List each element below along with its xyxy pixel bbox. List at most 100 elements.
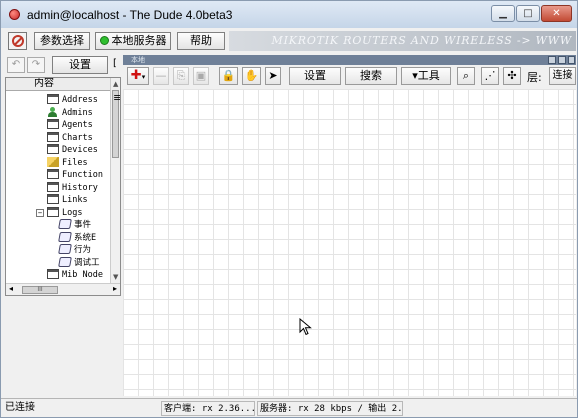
layer-label: 层: <box>527 71 542 84</box>
local-server-button[interactable]: 本地服务器 <box>95 32 171 50</box>
tree-item-label: Devices <box>62 145 98 155</box>
preferences-button[interactable]: 参数选择 <box>34 32 90 50</box>
mikrotik-banner[interactable]: MIKROTIK ROUTERS AND WIRELESS -> WWW <box>229 31 576 51</box>
tree-item[interactable]: Mib Node <box>47 269 103 281</box>
tree-item[interactable]: Files <box>47 156 88 169</box>
tree-item-label: 行为 <box>74 245 92 255</box>
tree-vertical-scrollbar[interactable]: ▲ ≡ ▼ <box>110 78 120 283</box>
tree-item-label: Charts <box>62 132 93 143</box>
list-icon <box>47 131 59 142</box>
tree-item-label: Function <box>62 170 103 180</box>
map-tab-local[interactable]: 本地 <box>131 55 145 65</box>
map-restore-icon[interactable] <box>548 56 556 64</box>
map-panel: 本地 ✚▾ — ⎘ ▣ 🔒 ✋ ➤ 设置 搜索 ▾工具 ⌕ ⋰ ✣ 层: 连接 <box>123 55 576 396</box>
tree-item-label: Mib Node <box>62 270 103 280</box>
log-icon <box>58 231 72 242</box>
tree-item[interactable]: 事件 <box>58 219 91 231</box>
status-bar: 已连接 客户端: rx 2.36... 服务器: rx 28 kbps / 输出… <box>1 398 577 417</box>
status-dot-icon <box>99 36 109 45</box>
tree-item[interactable]: 系统E <box>58 231 97 244</box>
map-settings-button[interactable]: 设置 <box>289 67 341 85</box>
app-window: admin@localhost - The Dude 4.0beta3 ▁ □ … <box>0 0 578 418</box>
map-toolbar: ✚▾ — ⎘ ▣ 🔒 ✋ ➤ 设置 搜索 ▾工具 ⌕ ⋰ ✣ 层: 连接 <box>123 65 576 87</box>
tree-item-label: Admins <box>62 107 93 118</box>
list-icon <box>47 119 59 129</box>
remove-button[interactable]: — <box>153 67 169 85</box>
scroll-right-icon[interactable]: ▸ <box>113 284 117 294</box>
tree-item-label: Address <box>62 95 98 105</box>
tree-item-label: Logs <box>62 207 83 218</box>
find-binoculars-button[interactable]: ⌕ <box>457 67 475 85</box>
tree-item[interactable]: Links <box>47 194 88 206</box>
scroll-thumb[interactable]: ≡ <box>112 90 120 158</box>
title-bar[interactable]: admin@localhost - The Dude 4.0beta3 ▁ □ … <box>1 1 577 28</box>
hscroll-thumb[interactable]: III <box>22 286 58 294</box>
tree-item[interactable]: Charts <box>47 131 93 144</box>
list-icon <box>47 206 59 217</box>
admin-icon <box>47 106 59 117</box>
tree-horizontal-scrollbar[interactable]: ◂ III ▸ <box>6 283 120 295</box>
select-pointer-button[interactable]: ➤ <box>265 67 281 85</box>
server-traffic: 服务器: rx 28 kbps / 输出 2.87 kbps <box>257 401 403 416</box>
scroll-up-icon[interactable]: ▲ <box>113 80 118 88</box>
minimize-button[interactable]: ▁ <box>491 5 515 22</box>
map-tools-button[interactable]: ▾工具 <box>401 67 451 85</box>
tree-item-label: Agents <box>62 120 93 130</box>
local-server-label: 本地服务器 <box>111 34 167 47</box>
banner-text: MIKROTIK ROUTERS AND WIRELESS -> WWW <box>271 34 572 47</box>
disconnect-button[interactable] <box>8 32 27 50</box>
close-button[interactable]: ✕ <box>541 5 572 22</box>
lock-button[interactable]: 🔒 <box>219 67 238 85</box>
tree-item[interactable]: Function <box>47 169 103 181</box>
list-icon <box>47 144 59 154</box>
add-item-button[interactable]: ✚▾ <box>127 67 149 85</box>
tree-item[interactable]: − Logs <box>36 206 83 219</box>
menu-bar: 参数选择 本地服务器 帮助 MIKROTIK ROUTERS AND WIREL… <box>1 29 577 53</box>
layer-select[interactable]: 连接 <box>549 67 576 85</box>
map-close-icon[interactable] <box>568 56 575 64</box>
map-tile-icon[interactable] <box>558 56 566 64</box>
tree-item[interactable]: Agents <box>47 119 93 131</box>
tree-item[interactable]: Admins <box>47 106 93 119</box>
log-icon <box>58 219 72 229</box>
tree-item[interactable]: Devices <box>47 144 98 156</box>
tree-item[interactable]: History <box>47 181 98 194</box>
log-icon <box>58 256 72 267</box>
maximize-button[interactable]: □ <box>516 5 540 22</box>
tree-item-label: 系统E <box>74 232 97 243</box>
list-icon <box>47 94 59 104</box>
undo-button[interactable]: ↶ <box>7 57 25 73</box>
contents-toolbar: ↶ ↷ 设置 [ <box>5 55 121 75</box>
list-icon <box>47 194 59 204</box>
stop-icon <box>12 35 24 47</box>
log-icon <box>58 244 72 254</box>
paste-button[interactable]: ▣ <box>193 67 209 85</box>
network-map-canvas[interactable] <box>123 89 576 396</box>
help-button[interactable]: 帮助 <box>177 32 225 50</box>
contents-tree[interactable]: 内容 Address Admins Agents Charts Devices Files… <box>5 77 121 296</box>
dropdown-arrow-icon: ▾ <box>141 73 146 81</box>
map-search-button[interactable]: 搜索 <box>345 67 397 85</box>
app-logo-icon <box>9 9 20 20</box>
collapse-icon[interactable]: − <box>36 208 44 217</box>
zoom-all-button[interactable]: ✣ <box>503 67 521 85</box>
scroll-left-icon[interactable]: ◂ <box>9 284 13 294</box>
tree-item[interactable]: Address <box>47 94 98 106</box>
copy-button[interactable]: ⎘ <box>173 67 189 85</box>
tree-header: 内容 <box>6 78 110 91</box>
tree-item-label: Files <box>62 157 88 168</box>
contents-settings-button[interactable]: 设置 <box>52 56 108 74</box>
tree-item[interactable]: 调试工 <box>58 256 100 269</box>
zoom-fit-button[interactable]: ⋰ <box>481 67 499 85</box>
scroll-down-icon[interactable]: ▼ <box>113 273 118 281</box>
tree-item[interactable]: 行为 <box>58 244 92 256</box>
pan-hand-button[interactable]: ✋ <box>242 67 261 85</box>
tree-item-label: History <box>62 182 98 193</box>
tree-item-label: Links <box>62 195 88 205</box>
add-icon: ✚ <box>130 68 142 83</box>
contents-extra-label: [ <box>113 58 117 69</box>
files-icon <box>47 156 59 167</box>
tree-item-label: 调试工 <box>74 257 100 268</box>
list-icon <box>47 181 59 192</box>
redo-button[interactable]: ↷ <box>27 57 45 73</box>
